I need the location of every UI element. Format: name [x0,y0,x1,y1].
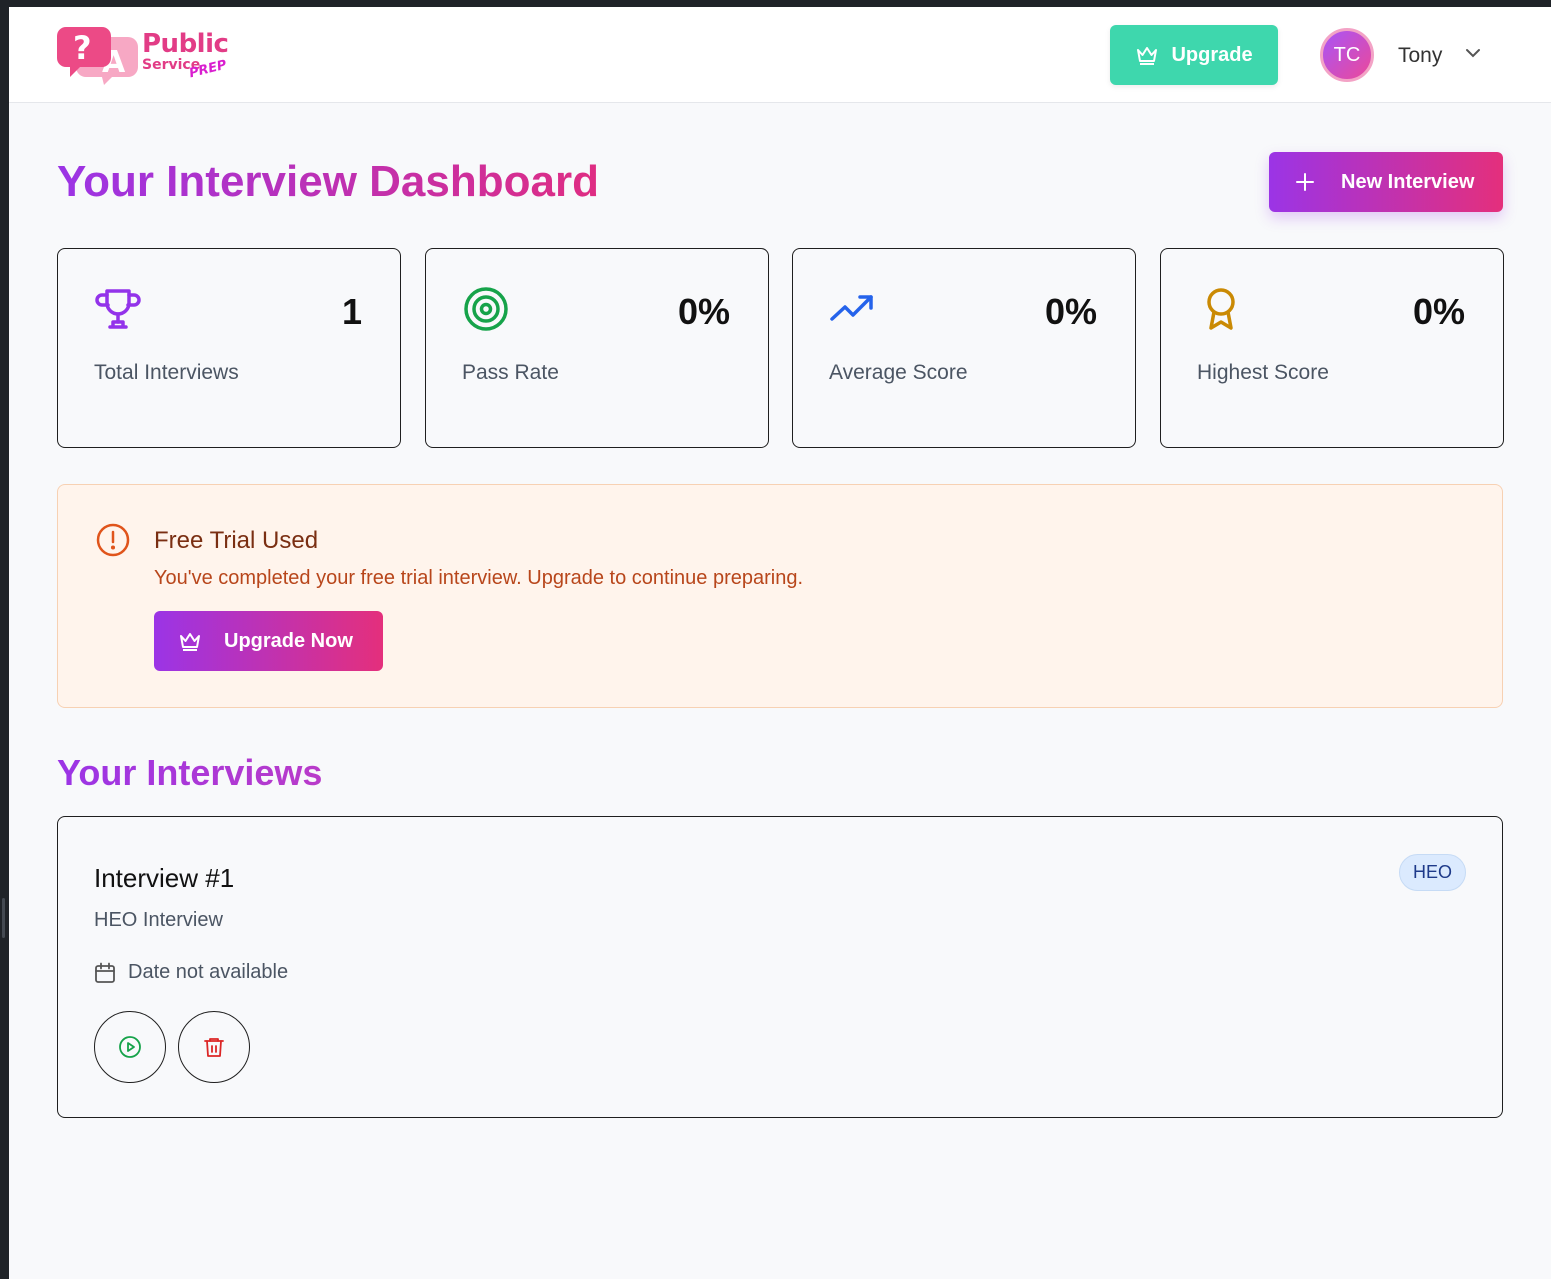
logo[interactable]: A ? Public Service PREP [56,25,246,85]
stat-card-pass-rate: 0% Pass Rate [425,248,769,448]
interview-date: Date not available [94,961,288,984]
alert-circle-icon [96,523,130,557]
qa-bubbles-icon: A ? [57,27,138,85]
stat-value: 0% [677,291,730,332]
new-interview-label: New Interview [1341,170,1475,193]
stat-value: 0% [1412,291,1465,332]
new-interview-button[interactable]: New Interview [1269,152,1503,212]
interview-date-text: Date not available [128,961,289,983]
stat-value: 1 [341,291,362,332]
chevron-down-icon[interactable] [1464,47,1482,59]
user-name[interactable]: Tony [1398,44,1442,68]
stat-label: Total Interviews [94,361,239,384]
interview-title: Interview #1 [94,863,235,893]
free-trial-banner: Free Trial Used You've completed your fr… [57,484,1503,708]
interview-badge: HEO [1398,854,1466,891]
stat-card-average-score: 0% Average Score [792,248,1136,448]
window-left-edge [0,0,9,1279]
plus-icon [1296,173,1314,191]
top-navbar: A ? Public Service PREP Upgrade TC Tony [9,7,1551,103]
upgrade-now-label: Upgrade Now [224,629,353,652]
resize-handle[interactable] [2,898,5,938]
trending-up-icon [830,295,873,321]
logo-word-public: Public [142,29,229,59]
window-top-edge [0,0,1551,7]
resume-interview-button[interactable] [94,1011,166,1083]
trash-icon [204,1038,224,1057]
stat-label: Pass Rate [462,361,559,384]
stat-value: 0% [1044,291,1097,332]
stat-card-highest-score: 0% Highest Score [1160,248,1504,448]
trophy-icon [95,289,141,329]
play-circle-icon [119,1036,141,1058]
award-icon [1207,288,1235,330]
page: A ? Public Service PREP Upgrade TC Tony … [9,7,1551,1279]
interviews-section-title: Your Interviews [57,752,323,793]
page-title: Your Interview Dashboard [57,157,599,206]
trial-message: You've completed your free trial intervi… [154,567,804,589]
avatar[interactable]: TC [1320,28,1374,82]
interview-subtitle: HEO Interview [94,909,223,931]
delete-interview-button[interactable] [178,1011,250,1083]
target-icon [464,287,508,331]
interview-card[interactable]: Interview #1 HEO Interview Date not avai… [57,816,1503,1118]
crown-icon [1137,47,1158,65]
stat-card-total-interviews: 1 Total Interviews [57,248,401,448]
stat-label: Average Score [829,361,968,384]
calendar-icon [95,962,115,983]
crown-icon [180,633,200,651]
stat-label: Highest Score [1197,361,1329,384]
upgrade-button-label: Upgrade [1171,43,1253,66]
trial-title: Free Trial Used [154,527,319,554]
upgrade-now-button[interactable]: Upgrade Now [154,611,383,671]
upgrade-button[interactable]: Upgrade [1110,25,1278,85]
svg-text:?: ? [73,29,92,67]
